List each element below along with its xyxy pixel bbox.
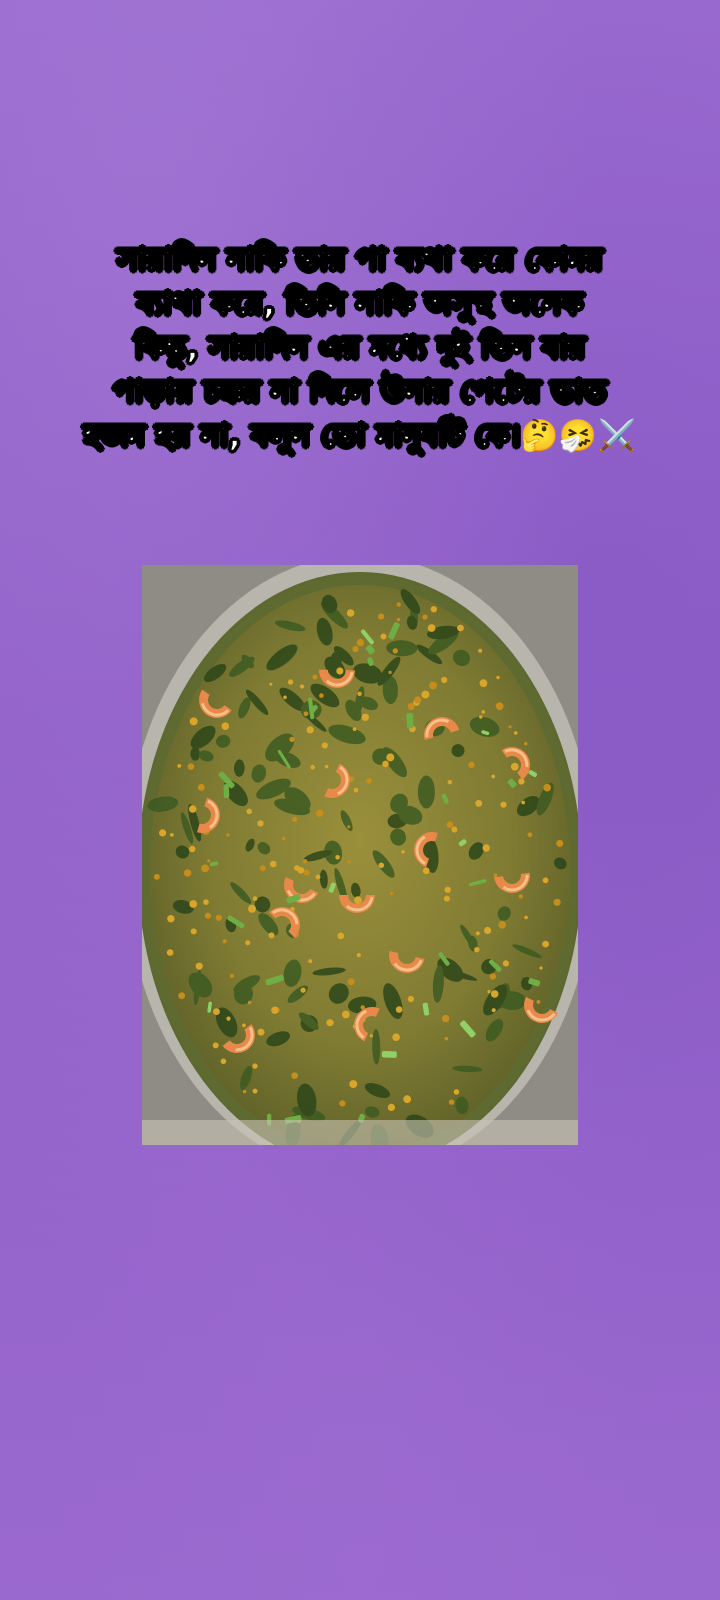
post-caption: সারাদিন নাকি তার পা ব্যথা করে কোমর ব্যাথ…	[20, 238, 700, 458]
caption-line-3: কিন্তু, সারাদিন এর মধ্যে দুই তিন বার	[134, 329, 586, 367]
caption-line-2: ব্যাথা করে, তিনি নাকি অসুস্থ অনেক	[136, 285, 584, 323]
caption-line-4: পাড়ায় চক্কর না দিলে উনার পেটের ভাত	[113, 373, 608, 411]
food-photo[interactable]	[142, 565, 578, 1145]
caption-line-1: সারাদিন নাকি তার পা ব্যথা করে কোমর	[117, 241, 604, 279]
shrimp-spinach-dal-image	[142, 565, 578, 1145]
caption-emojis: 🤔🤧⚔️	[520, 418, 637, 454]
caption-line-5: হজম হয় না, বলুন তো মানুষটি কে।	[83, 417, 521, 455]
